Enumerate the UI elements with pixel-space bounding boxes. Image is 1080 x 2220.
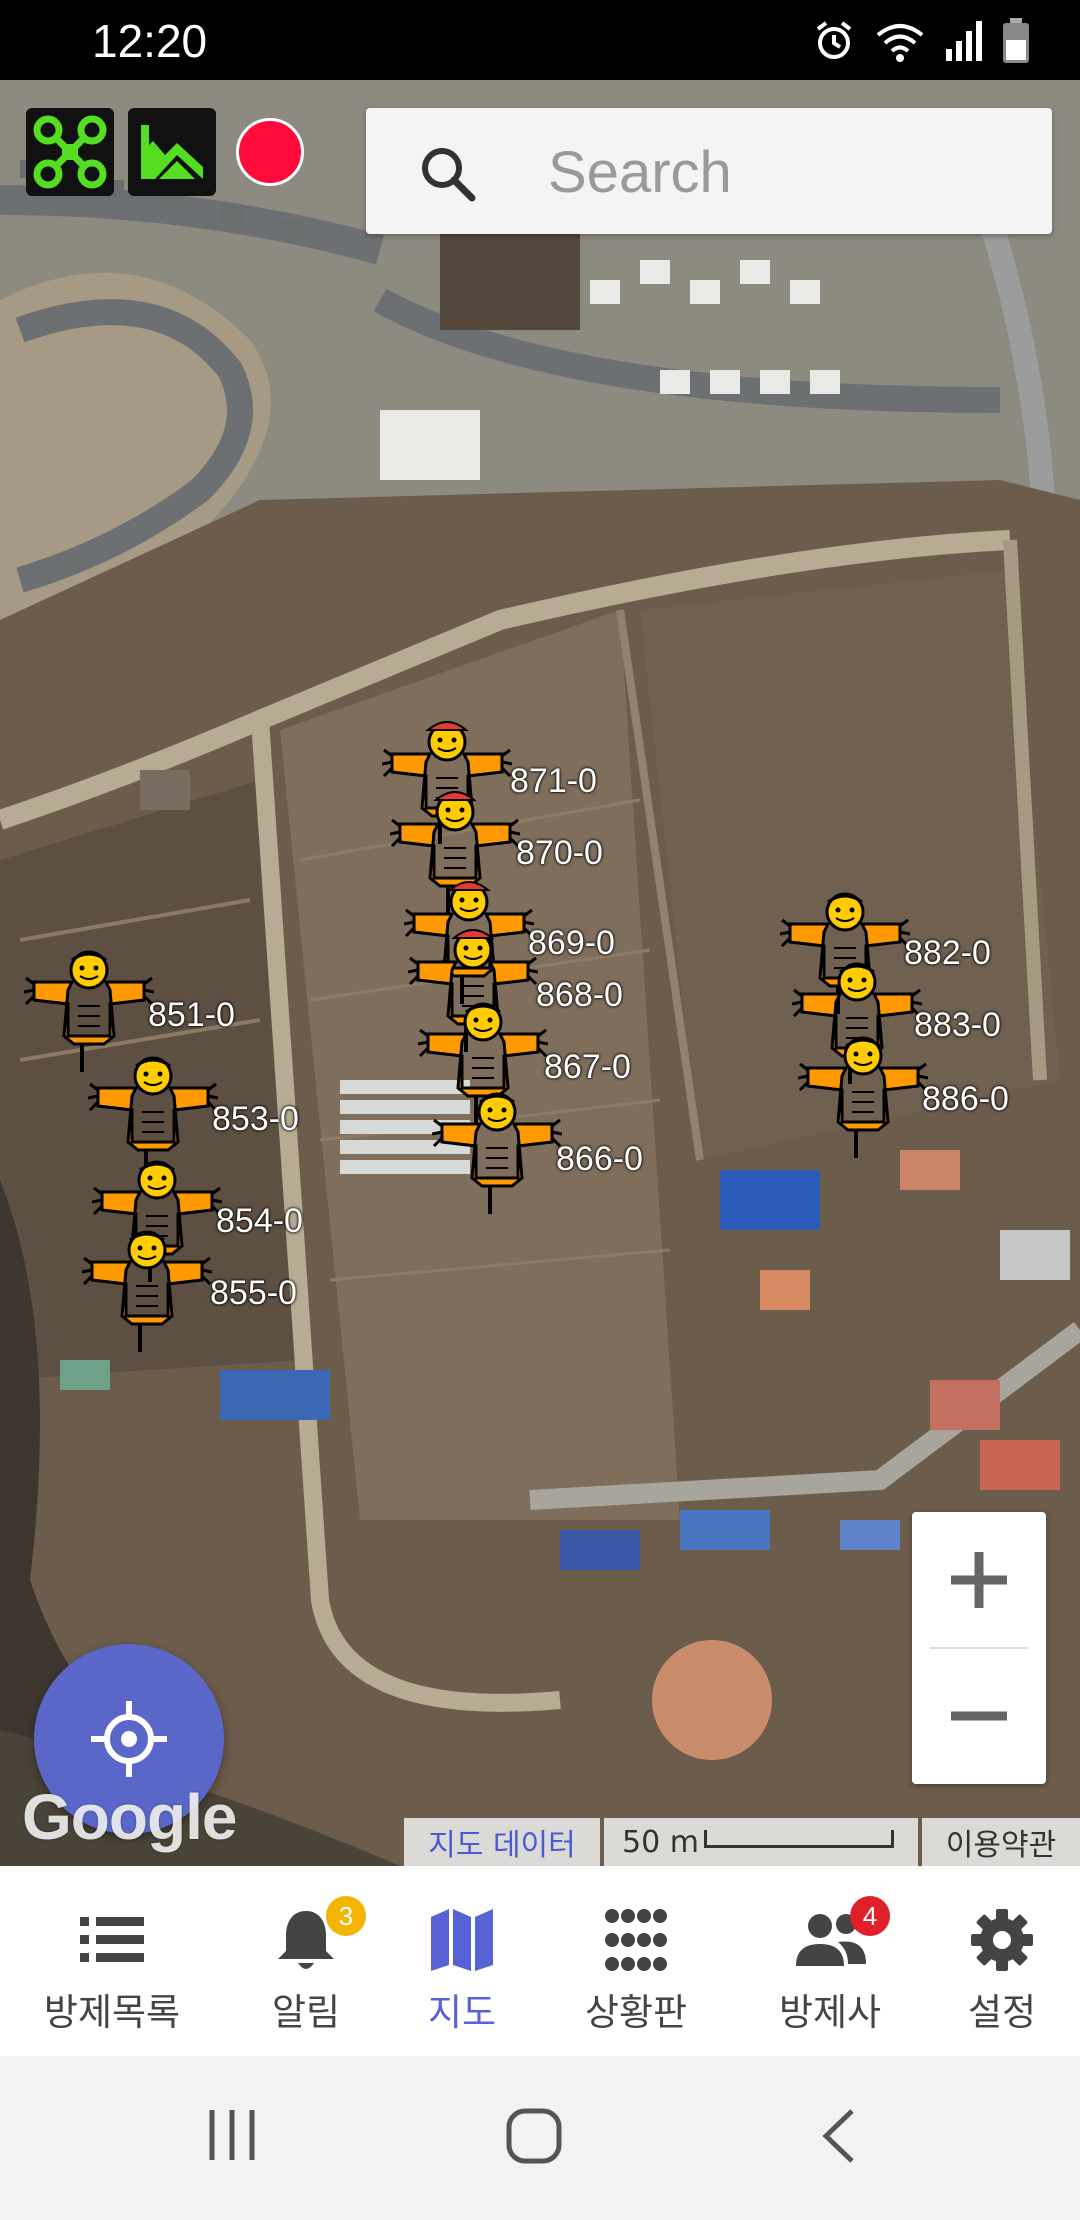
map-icon <box>431 1909 493 1971</box>
wifi-icon <box>876 24 924 62</box>
nav-label: 방제사 <box>778 1991 882 2034</box>
grid-dots-icon <box>605 1909 667 1971</box>
alarm-icon <box>816 21 852 59</box>
terrain-map-icon <box>141 125 203 179</box>
alerts-badge: 3 <box>326 1896 366 1936</box>
nav-label: 상황판 <box>584 1991 688 2034</box>
search-bar[interactable] <box>366 108 1052 234</box>
nav-item-alerts[interactable]: 3 알림 <box>246 1866 366 2056</box>
scarecrow-icon <box>431 1092 563 1214</box>
marker-label: 851-0 <box>148 996 235 1034</box>
nav-label: 방제목록 <box>43 1991 181 2034</box>
zoom-in-button[interactable] <box>912 1512 1046 1648</box>
operators-badge: 4 <box>850 1896 890 1936</box>
nav-item-operators[interactable]: 4 방제사 <box>760 1866 900 2056</box>
nav-item-status-board[interactable]: 상황판 <box>566 1866 706 2056</box>
signal-icon <box>946 21 982 61</box>
nav-item-map[interactable]: 지도 <box>402 1866 522 2056</box>
status-time: 12:20 <box>92 15 208 67</box>
scarecrow-marker[interactable] <box>81 1224 213 1354</box>
scale-line <box>704 1830 894 1848</box>
search-icon <box>422 148 476 202</box>
drone-button[interactable] <box>26 108 114 196</box>
marker-label: 853-0 <box>212 1100 299 1138</box>
marker-label: 868-0 <box>536 976 623 1014</box>
marker-label: 855-0 <box>210 1274 297 1312</box>
scale-bar: 50 m <box>604 1818 918 1866</box>
nav-item-list[interactable]: 방제목록 <box>32 1866 192 2056</box>
marker-label: 867-0 <box>544 1048 631 1086</box>
terms-link[interactable]: 이용약관 <box>922 1818 1080 1866</box>
nav-label: 알림 <box>271 1991 341 2034</box>
drone-icon <box>33 115 107 189</box>
nav-item-settings[interactable]: 설정 <box>942 1866 1062 2056</box>
battery-icon <box>1003 18 1029 63</box>
marker-label: 869-0 <box>528 924 615 962</box>
status-icons <box>812 18 1030 64</box>
google-logo: Google <box>22 1781 237 1853</box>
scarecrow-marker[interactable] <box>431 1086 563 1216</box>
nav-label: 설정 <box>967 1991 1037 2034</box>
home-icon[interactable] <box>506 2108 562 2164</box>
back-icon[interactable] <box>820 2108 856 2164</box>
marker-label: 886-0 <box>922 1080 1009 1118</box>
bottom-nav: 방제목록 3 알림 지도 상황판 4 방제사 설정 <box>0 1866 1080 2056</box>
plus-icon <box>951 1552 1007 1608</box>
scarecrow-icon <box>81 1230 213 1352</box>
crosshair-icon <box>91 1701 167 1777</box>
gear-icon <box>971 1909 1033 1971</box>
minus-icon <box>951 1711 1007 1721</box>
status-bar: 12:20 <box>0 0 1080 80</box>
nav-label: 지도 <box>427 1991 497 2034</box>
record-indicator[interactable] <box>236 118 304 186</box>
recent-apps-icon[interactable] <box>206 2108 258 2162</box>
zoom-controls <box>912 1512 1046 1784</box>
system-nav-bar <box>0 2056 1080 2220</box>
scale-label: 50 m <box>622 1824 699 1860</box>
terrain-map-button[interactable] <box>128 108 216 196</box>
marker-label: 866-0 <box>556 1140 643 1178</box>
scarecrow-marker[interactable] <box>797 1030 929 1160</box>
scarecrow-icon <box>797 1036 929 1158</box>
marker-label: 870-0 <box>516 834 603 872</box>
map-data-link[interactable]: 지도 데이터 <box>404 1818 600 1866</box>
marker-label: 854-0 <box>216 1202 303 1240</box>
list-icon <box>80 1917 144 1962</box>
zoom-out-button[interactable] <box>912 1648 1046 1784</box>
search-input[interactable] <box>546 132 1030 212</box>
marker-label: 871-0 <box>510 762 597 800</box>
